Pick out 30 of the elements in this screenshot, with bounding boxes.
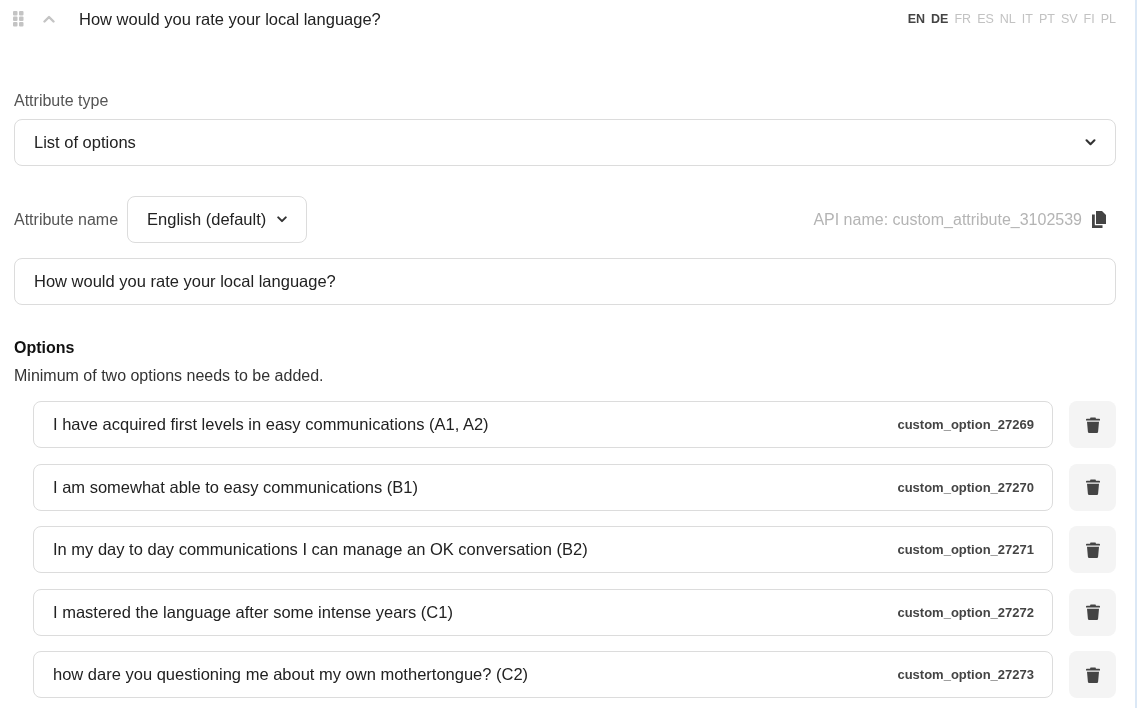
attribute-name-field[interactable]: How would you rate your local language? [14, 258, 1116, 305]
section-hint: Minimum of two options needs to be added. [14, 366, 325, 386]
trash-icon [1085, 541, 1100, 558]
field-label: Attribute type [14, 91, 110, 111]
language-link[interactable]: EN [907, 12, 926, 26]
trash-icon [1085, 666, 1100, 683]
delete-button[interactable] [1069, 651, 1116, 698]
section-title: Options [14, 338, 76, 358]
language-link[interactable]: DE [931, 12, 949, 26]
delete-button[interactable] [1069, 463, 1116, 511]
delete-button[interactable] [1069, 588, 1116, 636]
option-api-name: custom_option_27272 [897, 603, 1034, 621]
option-api-name: custom_option_27270 [897, 478, 1034, 496]
chevron-down-icon [1085, 139, 1096, 146]
language-dropdown[interactable]: English (default) [127, 196, 308, 243]
chevron-down-icon [277, 216, 288, 223]
option-api-name: custom_option_27271 [897, 541, 1034, 558]
drag-handle-icon[interactable] [13, 11, 24, 27]
attribute-title: How would you rate your local language? [79, 9, 381, 29]
field-label: Attribute name [14, 209, 119, 230]
api-name-text: API name: custom_attribute_3102539 [813, 210, 1082, 229]
delete-button[interactable] [1069, 401, 1116, 448]
trash-icon [1085, 416, 1100, 433]
trash-icon [1085, 479, 1100, 495]
option-api-name: custom_option_27269 [897, 416, 1034, 433]
trash-icon [1085, 604, 1100, 620]
copy-icon[interactable] [1092, 211, 1106, 228]
attribute-type-select[interactable]: List of options [14, 119, 1116, 166]
option-api-name: custom_option_27273 [897, 666, 1034, 683]
delete-button[interactable] [1069, 526, 1116, 573]
